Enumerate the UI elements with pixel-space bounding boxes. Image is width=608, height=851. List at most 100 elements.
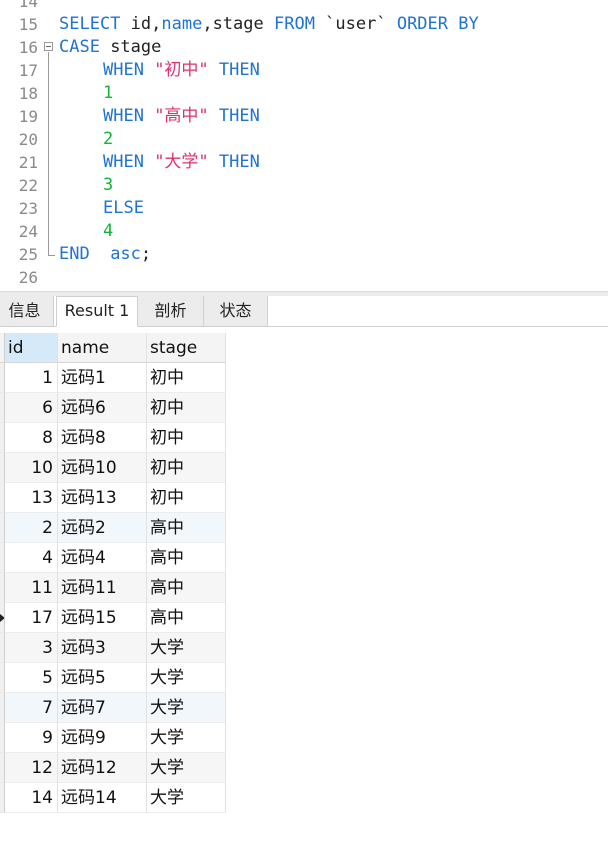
cell-id[interactable]: 13 [5,483,58,513]
tab-profile[interactable]: 剖析 [138,296,204,326]
line-number: 26 [18,268,38,287]
cell-stage[interactable]: 大学 [147,663,226,693]
table-row[interactable]: 1 远码1 初中 [0,363,226,393]
cell-name[interactable]: 远码10 [58,453,147,483]
sql-editor[interactable]: 14 15 SELECT id,name,stage FROM `user` ORD… [0,0,608,291]
cell-name[interactable]: 远码14 [58,783,147,813]
code-line[interactable]: 21 WHEN "大学" THEN [0,151,608,174]
cell-id[interactable]: 2 [5,513,58,543]
table-row[interactable]: 3 远码3 大学 [0,633,226,663]
code-line[interactable]: 23 ELSE [0,197,608,220]
line-number: 18 [18,84,38,103]
cell-name[interactable]: 远码11 [58,573,147,603]
cell-id[interactable]: 9 [5,723,58,753]
tab-result-1[interactable]: Result 1 [56,296,138,327]
code-line[interactable]: 26 [0,266,608,289]
sql-text: stage [110,37,162,57]
tab-info[interactable]: 信息 [0,296,54,326]
cell-stage[interactable]: 大学 [147,723,226,753]
cell-stage[interactable]: 高中 [147,573,226,603]
table-row[interactable]: 7 远码7 大学 [0,693,226,723]
table-row[interactable]: 17 远码15 高中 [0,603,226,633]
code-line[interactable]: 17 WHEN "初中" THEN [0,59,608,82]
sql-number: 2 [103,129,114,149]
cell-stage[interactable]: 初中 [147,363,226,393]
table-row[interactable]: 6 远码6 初中 [0,393,226,423]
cell-name[interactable]: 远码1 [58,363,147,393]
cell-stage[interactable]: 高中 [147,543,226,573]
fold-guide-icon [44,82,56,105]
cell-stage[interactable]: 初中 [147,393,226,423]
cell-name[interactable]: 远码3 [58,633,147,663]
cell-id[interactable]: 12 [5,753,58,783]
fold-toggle-icon[interactable] [44,36,56,59]
code-line[interactable]: 14 [0,0,608,13]
column-header-id[interactable]: id [5,333,58,363]
cell-stage[interactable]: 大学 [147,693,226,723]
code-line[interactable]: 15 SELECT id,name,stage FROM `user` ORDER… [0,13,608,36]
cell-stage[interactable]: 初中 [147,423,226,453]
cell-stage[interactable]: 大学 [147,783,226,813]
fold-end-icon [44,243,56,266]
cell-id[interactable]: 6 [5,393,58,423]
code-line[interactable]: 25 END asc; [0,243,608,266]
code-text: 2 [59,128,113,151]
cell-id[interactable]: 10 [5,453,58,483]
cell-id[interactable]: 5 [5,663,58,693]
sql-number: 4 [103,221,114,241]
cell-stage[interactable]: 初中 [147,483,226,513]
sql-keyword: THEN [208,106,260,126]
cell-name[interactable]: 远码4 [58,543,147,573]
fold-guide-icon [44,197,56,220]
line-number: 24 [18,222,38,241]
cell-name[interactable]: 远码8 [58,423,147,453]
table-row[interactable]: 5 远码5 大学 [0,663,226,693]
cell-id[interactable]: 17 [5,603,58,633]
table-row[interactable]: 8 远码8 初中 [0,423,226,453]
table-row[interactable]: 12 远码12 大学 [0,753,226,783]
cell-name[interactable]: 远码6 [58,393,147,423]
line-number: 19 [18,107,38,126]
table-row[interactable]: 10 远码10 初中 [0,453,226,483]
code-line[interactable]: 16 CASE stage [0,36,608,59]
cell-name[interactable]: 远码12 [58,753,147,783]
cell-id[interactable]: 7 [5,693,58,723]
fold-guide-icon [44,151,56,174]
cell-name[interactable]: 远码2 [58,513,147,543]
cell-stage[interactable]: 大学 [147,633,226,663]
cell-name[interactable]: 远码5 [58,663,147,693]
column-header-name[interactable]: name [58,333,147,363]
cell-name[interactable]: 远码7 [58,693,147,723]
cell-name[interactable]: 远码9 [58,723,147,753]
code-line[interactable]: 24 4 [0,220,608,243]
code-text: ELSE [59,197,144,220]
line-number: 25 [18,245,38,264]
cell-id[interactable]: 3 [5,633,58,663]
column-header-stage[interactable]: stage [147,333,226,363]
cell-id[interactable]: 8 [5,423,58,453]
code-line[interactable]: 22 3 [0,174,608,197]
table-row[interactable]: 13 远码13 初中 [0,483,226,513]
sql-keyword: THEN [208,60,260,80]
table-row[interactable]: 4 远码4 高中 [0,543,226,573]
cell-stage[interactable]: 高中 [147,513,226,543]
code-line[interactable]: 19 WHEN "高中" THEN [0,105,608,128]
code-line[interactable]: 20 2 [0,128,608,151]
table-row[interactable]: 11 远码11 高中 [0,573,226,603]
cell-name[interactable]: 远码15 [58,603,147,633]
table-row[interactable]: 14 远码14 大学 [0,783,226,813]
cell-name[interactable]: 远码13 [58,483,147,513]
table-row[interactable]: 2 远码2 高中 [0,513,226,543]
cell-id[interactable]: 1 [5,363,58,393]
line-number: 22 [18,176,38,195]
cell-id[interactable]: 14 [5,783,58,813]
table-row[interactable]: 9 远码9 大学 [0,723,226,753]
tab-status[interactable]: 状态 [204,296,268,326]
cell-stage[interactable]: 大学 [147,753,226,783]
code-line[interactable]: 18 1 [0,82,608,105]
cell-stage[interactable]: 高中 [147,603,226,633]
cell-id[interactable]: 4 [5,543,58,573]
cell-stage[interactable]: 初中 [147,453,226,483]
sql-number: 3 [103,175,114,195]
cell-id[interactable]: 11 [5,573,58,603]
